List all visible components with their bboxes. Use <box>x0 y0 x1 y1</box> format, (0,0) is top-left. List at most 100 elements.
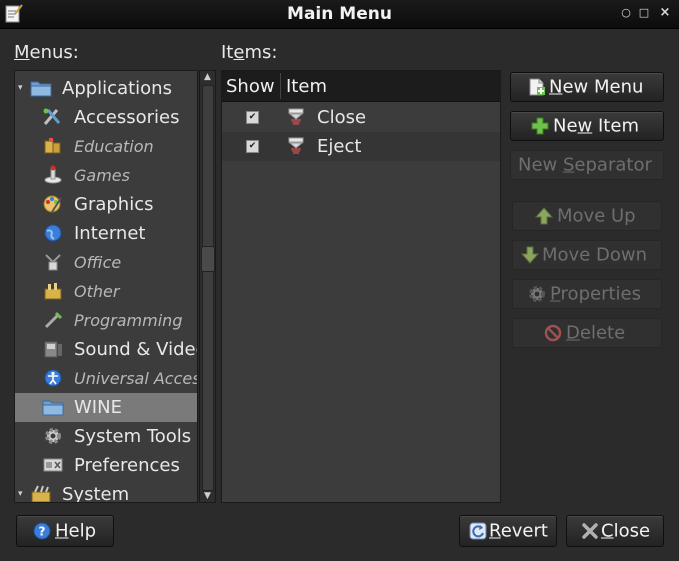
tree-item[interactable]: Universal Access <box>15 364 197 393</box>
delete-button[interactable]: Delete <box>512 318 662 348</box>
plus-icon <box>531 117 549 135</box>
games-icon <box>44 165 62 184</box>
new-separator-button[interactable]: New Separator <box>510 150 664 180</box>
new-separator-label: New Separator <box>518 154 652 176</box>
tree-item[interactable]: WINE <box>15 393 197 422</box>
tree-item-label: Programming <box>74 311 183 330</box>
menus-scrollbar[interactable]: ▲ ▼ <box>199 70 216 503</box>
new-item-button[interactable]: New Item <box>510 111 664 141</box>
arrow-down-icon <box>521 246 539 264</box>
tree-item-label: Applications <box>62 78 172 99</box>
new-item-label: New Item <box>553 115 639 137</box>
folder-icon <box>42 400 64 416</box>
tree-item[interactable]: Accessories <box>15 103 197 132</box>
eject-icon <box>288 137 304 154</box>
tree-item-label: Universal Access <box>74 369 198 388</box>
tree-item-label: Preferences <box>74 455 180 476</box>
close-window-button[interactable]: × <box>658 6 672 20</box>
close-label: Close <box>601 520 651 542</box>
item-label: Eject <box>317 136 362 157</box>
eject-icon <box>288 108 304 125</box>
folder-icon <box>30 81 52 97</box>
tree-item[interactable]: Sound & Video <box>15 335 197 364</box>
office-icon <box>45 254 61 271</box>
move-up-button[interactable]: Move Up <box>512 201 662 231</box>
show-checkbox[interactable]: ✔ <box>246 111 259 124</box>
delete-icon <box>544 324 562 342</box>
tree-item-label: Games <box>74 166 130 185</box>
close-icon <box>582 523 598 539</box>
tree-item[interactable]: Office <box>15 248 197 277</box>
tree-item-label: System Tools <box>74 426 192 447</box>
properties-button[interactable]: Properties <box>512 279 662 309</box>
programming-icon <box>44 311 63 329</box>
help-button[interactable]: ? Help <box>16 515 114 547</box>
arrow-up-icon <box>535 207 553 225</box>
tree-item-label: Office <box>74 253 122 272</box>
column-item[interactable]: Item <box>286 76 327 97</box>
new-menu-icon <box>529 78 545 96</box>
tree-item[interactable]: ▾ System <box>15 480 197 503</box>
tree-item[interactable]: Education <box>15 132 197 161</box>
window-title: Main Menu <box>287 4 392 24</box>
revert-label: Revert <box>489 520 548 542</box>
help-icon: ? <box>33 522 51 540</box>
items-table-header: Show Item <box>222 71 500 102</box>
preferences-icon <box>43 458 63 472</box>
expander-arrow-icon[interactable]: ▾ <box>18 83 23 93</box>
tree-item[interactable]: Preferences <box>15 451 197 480</box>
expander-arrow-icon[interactable]: ▾ <box>18 489 23 499</box>
new-menu-button[interactable]: New Menu <box>510 72 664 102</box>
move-down-label: Move Down <box>542 244 647 266</box>
tree-item[interactable]: Games <box>15 161 197 190</box>
tree-item-label: WINE <box>74 397 122 418</box>
tree-item[interactable]: Programming <box>15 306 197 335</box>
show-checkbox[interactable]: ✔ <box>246 140 259 153</box>
tree-item[interactable]: Graphics <box>15 190 197 219</box>
multimedia-icon <box>44 341 62 358</box>
scroll-up-arrow-icon[interactable]: ▲ <box>200 72 215 82</box>
scroll-down-arrow-icon[interactable]: ▼ <box>200 491 215 501</box>
maximize-button[interactable]: □ <box>637 6 651 20</box>
revert-button[interactable]: Revert <box>459 515 557 547</box>
tree-item-label: Education <box>74 137 154 156</box>
column-show[interactable]: Show <box>226 76 275 97</box>
other-icon <box>44 283 62 300</box>
accessibility-icon <box>44 369 62 387</box>
delete-label: Delete <box>566 322 626 344</box>
tree-item[interactable]: System Tools <box>15 422 197 451</box>
gear-icon <box>529 286 545 302</box>
close-button[interactable]: Close <box>566 515 664 547</box>
system-icon <box>31 485 51 502</box>
tree-item-label: System <box>62 484 130 503</box>
move-up-label: Move Up <box>557 205 636 227</box>
gear-icon <box>45 428 61 444</box>
new-menu-label: New Menu <box>549 76 644 98</box>
scrollbar-thumb[interactable] <box>201 246 215 272</box>
svg-text:?: ? <box>39 525 46 539</box>
tree-item[interactable]: Other <box>15 277 197 306</box>
tree-item[interactable]: Internet <box>15 219 197 248</box>
menus-tree[interactable]: ▾ Applications Accessories Education Games Gr… <box>14 70 198 503</box>
table-row[interactable]: ✔ Close <box>222 103 500 132</box>
menus-label: Menus: <box>14 42 79 63</box>
minimize-button[interactable]: ○ <box>619 6 633 20</box>
education-icon <box>44 138 61 154</box>
graphics-icon <box>43 195 62 213</box>
tree-item[interactable]: ▾ Applications <box>15 74 197 103</box>
revert-icon <box>469 522 487 540</box>
tree-item-label: Sound & Video <box>74 339 198 360</box>
tree-item-label: Other <box>74 282 120 301</box>
help-label: Help <box>55 520 97 542</box>
table-row[interactable]: ✔ Eject <box>222 132 500 161</box>
move-down-button[interactable]: Move Down <box>512 240 662 270</box>
tree-item-label: Graphics <box>74 194 154 215</box>
tree-item-label: Internet <box>74 223 146 244</box>
items-table[interactable]: Show Item ✔ Close ✔ Eject <box>221 70 501 503</box>
items-label: Items: <box>221 42 278 63</box>
scrollbar-track[interactable] <box>202 85 214 491</box>
globe-icon <box>44 224 62 242</box>
item-label: Close <box>317 107 367 128</box>
tree-item-label: Accessories <box>74 107 180 128</box>
title-bar: Main Menu ○ □ × <box>0 0 679 29</box>
